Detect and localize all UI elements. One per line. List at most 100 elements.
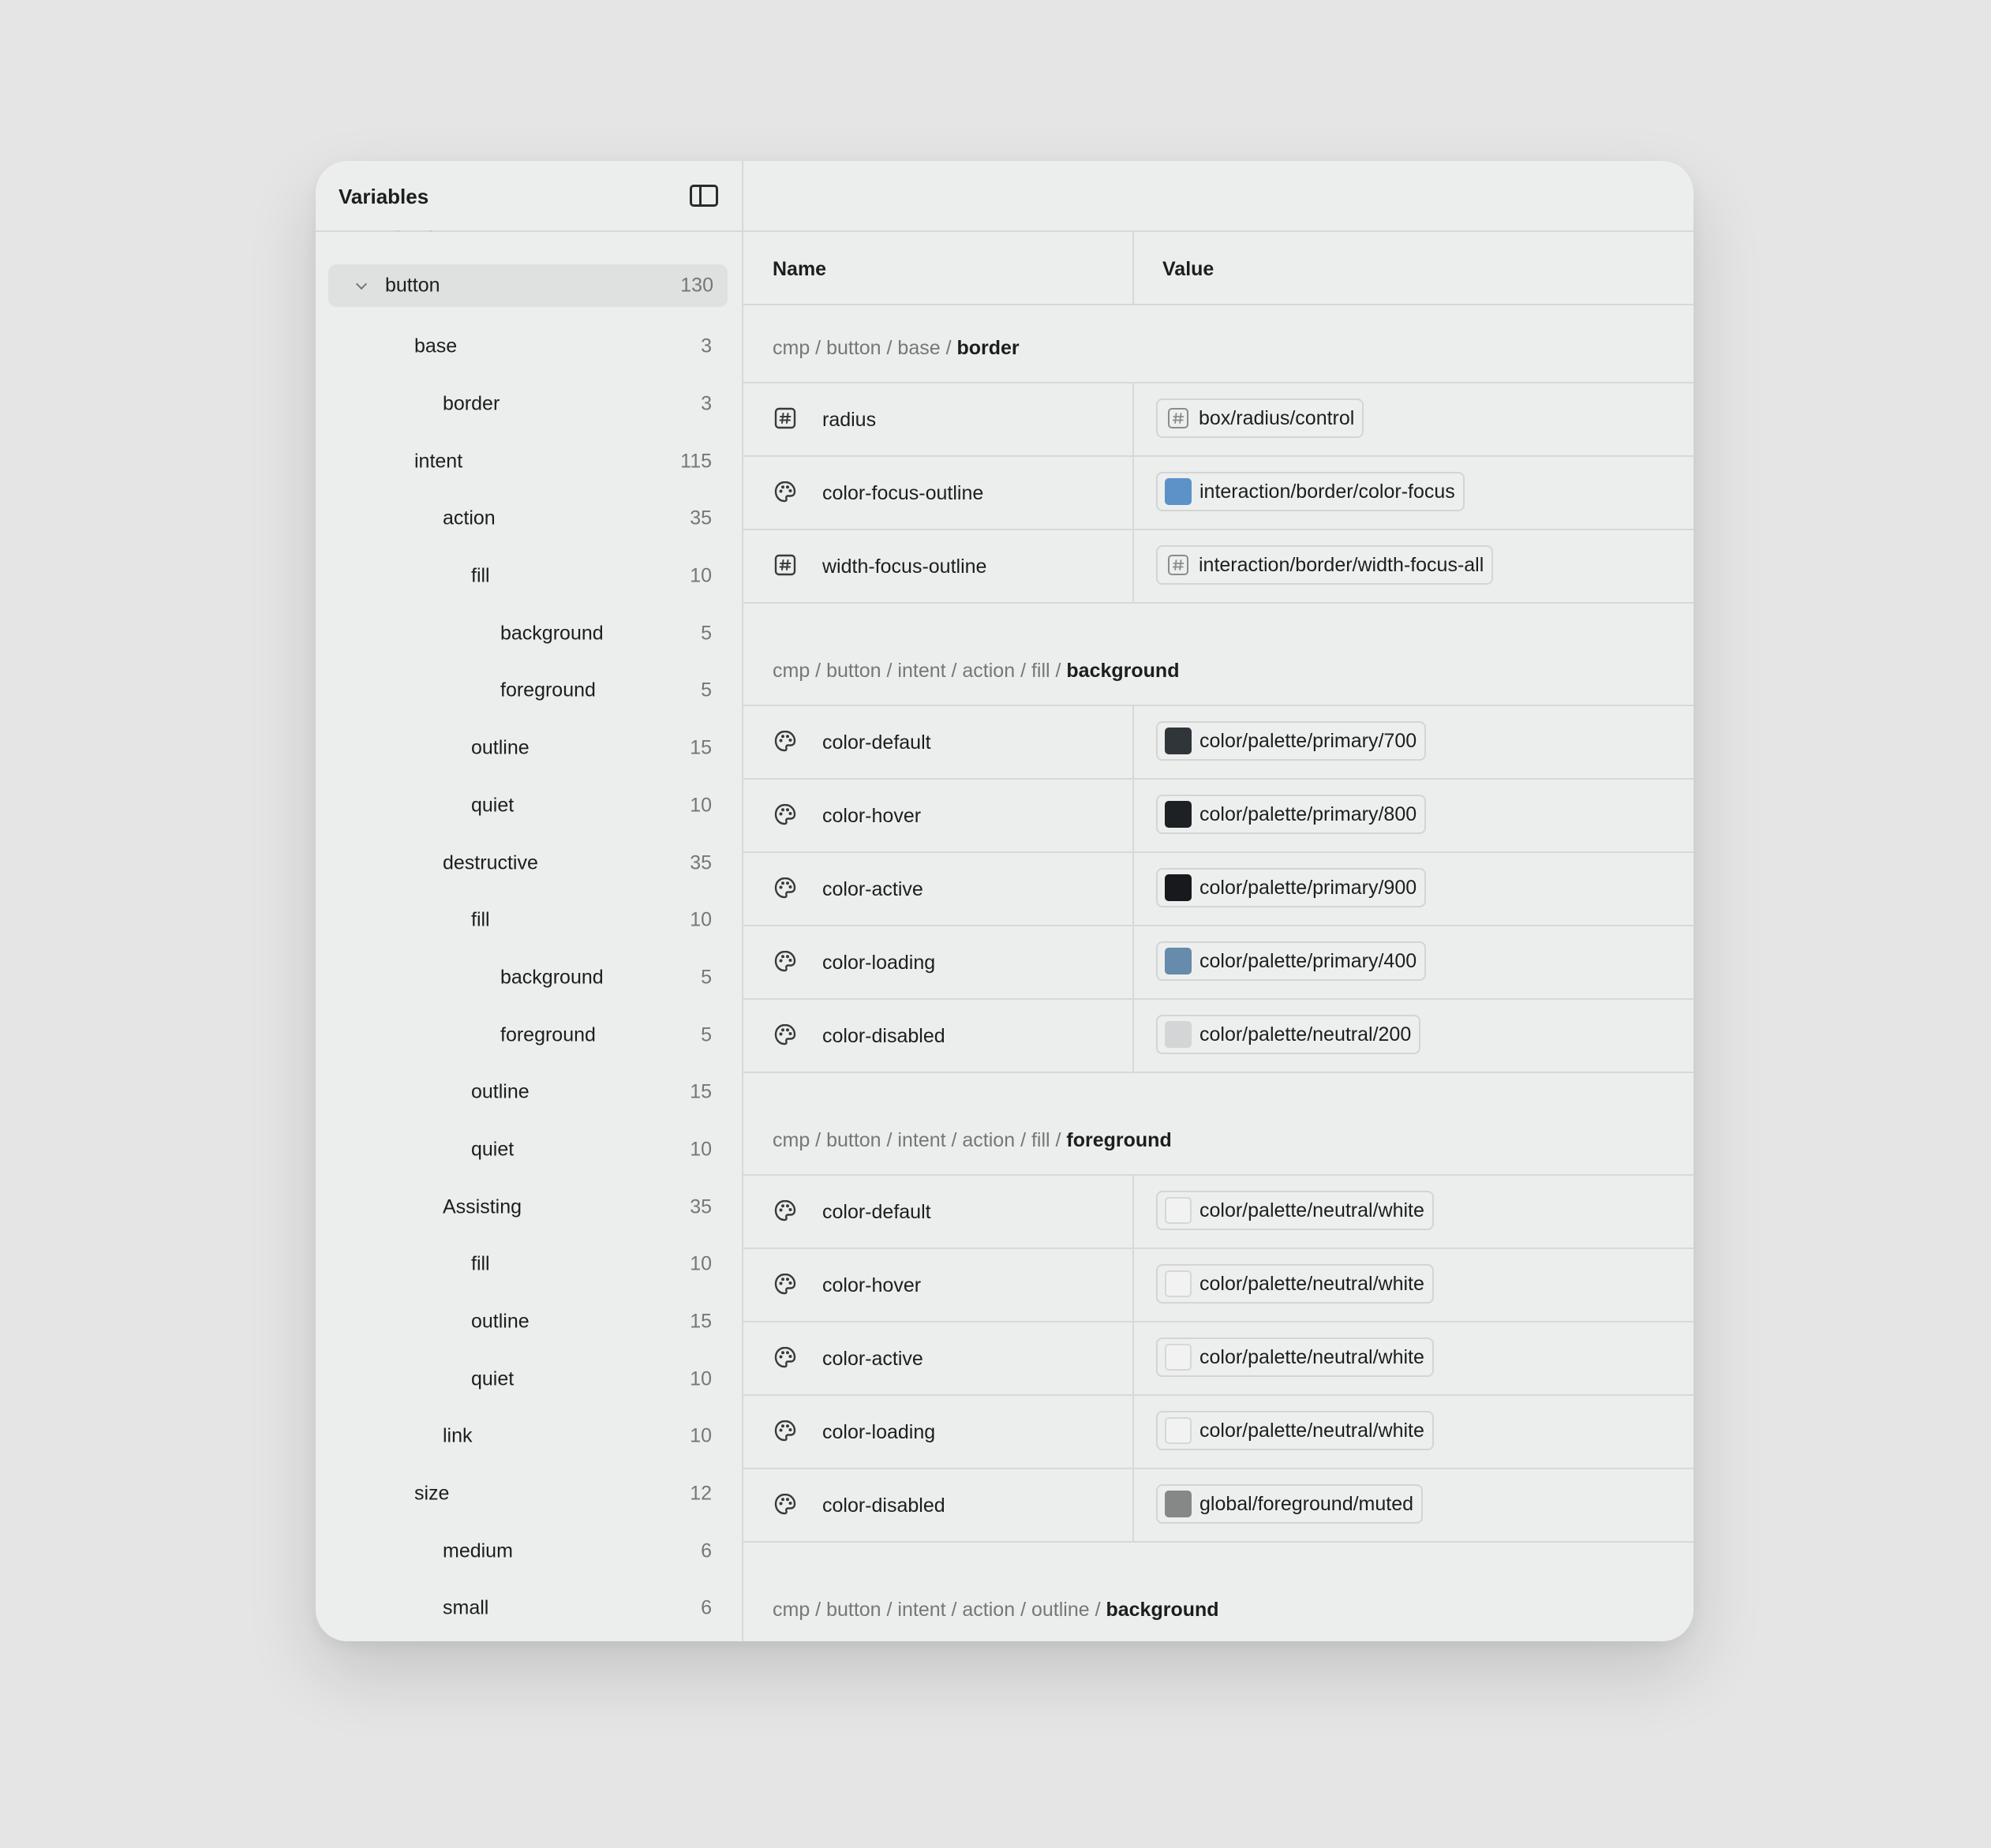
variable-name[interactable]: color-loading <box>822 1421 935 1444</box>
variable-row[interactable]: color-default color/palette/neutral/white <box>743 1176 1693 1249</box>
variable-value-chip[interactable]: color/palette/primary/800 <box>1156 795 1427 834</box>
palette-icon <box>773 949 797 973</box>
variable-value-chip[interactable]: global/foreground/muted <box>1156 1484 1424 1524</box>
variable-row[interactable]: color-active color/palette/neutral/white <box>743 1322 1693 1396</box>
tree-item-assisting[interactable]: Assisting 35 <box>316 1178 742 1236</box>
variable-name[interactable]: radius <box>822 409 876 432</box>
variable-name[interactable]: color-hover <box>822 1274 921 1297</box>
variable-name[interactable]: color-loading <box>822 952 935 975</box>
group-breadcrumb: cmp / button / intent / action / outline… <box>773 1599 1219 1622</box>
variable-value-chip[interactable]: interaction/border/color-focus <box>1156 472 1465 511</box>
column-divider <box>1132 457 1134 529</box>
tree-item-count: 115 <box>680 450 712 473</box>
value-column-header[interactable]: Value <box>1162 258 1214 281</box>
tree-item-link[interactable]: link 10 <box>316 1408 742 1465</box>
tree-item-fill[interactable]: fill 10 <box>316 892 742 949</box>
variable-row[interactable]: color-active color/palette/primary/900 <box>743 853 1693 926</box>
group-header: cmp / button / intent / action / fill / … <box>743 604 1693 706</box>
variable-name[interactable]: width-focus-outline <box>822 556 986 578</box>
variable-row[interactable]: width-focus-outline interaction/border/wi… <box>743 530 1693 604</box>
table-body: cmp / button / base / border radius box/ra… <box>743 305 1693 1641</box>
variable-name[interactable]: color-disabled <box>822 1494 945 1517</box>
tree-item-label: foreground <box>500 1023 596 1046</box>
tree-item-quiet[interactable]: quiet 10 <box>316 777 742 835</box>
variable-value: global/foreground/muted <box>1199 1492 1414 1515</box>
tree-item-foreground[interactable]: foreground 5 <box>316 662 742 720</box>
variable-row[interactable]: color-hover color/palette/primary/800 <box>743 780 1693 853</box>
tree-item-count: 6 <box>701 1539 712 1562</box>
variable-value-chip[interactable]: color/palette/primary/700 <box>1156 721 1427 761</box>
tree-item-count: 15 <box>690 1080 712 1103</box>
tree-item-count: 35 <box>690 1195 712 1218</box>
tree-item-base[interactable]: base 3 <box>316 318 742 376</box>
tree-item-destructive[interactable]: destructive 35 <box>316 834 742 892</box>
tree-item-label: base <box>414 335 458 357</box>
variable-value-chip[interactable]: color/palette/neutral/white <box>1156 1337 1434 1377</box>
variable-row[interactable]: color-disabled color/palette/neutral/200 <box>743 1000 1693 1073</box>
variable-value: interaction/border/width-focus-all <box>1199 553 1484 576</box>
group-path: cmp / button / base / <box>773 337 957 359</box>
tree-item-background[interactable]: background 5 <box>316 949 742 1007</box>
color-swatch <box>1165 1021 1192 1048</box>
tree-item-size[interactable]: size 12 <box>316 1465 742 1523</box>
tree-item-action[interactable]: action 35 <box>316 490 742 548</box>
color-swatch <box>1165 801 1192 828</box>
tree-item-background[interactable]: background 5 <box>316 604 742 662</box>
variable-row[interactable]: color-hover color/palette/neutral/white <box>743 1249 1693 1322</box>
sidebar-toggle-icon[interactable] <box>690 185 718 207</box>
tree-item-outline[interactable]: outline 15 <box>316 720 742 777</box>
tree-item-fill[interactable]: fill 10 <box>316 1236 742 1293</box>
tree-item-intent[interactable]: intent 115 <box>316 432 742 490</box>
variable-value-chip[interactable]: color/palette/neutral/white <box>1156 1264 1434 1304</box>
tree-item-quiet[interactable]: quiet 10 <box>316 1121 742 1179</box>
number-icon <box>1167 407 1189 429</box>
group-breadcrumb: cmp / button / intent / action / fill / … <box>773 660 1179 683</box>
name-column-header[interactable]: Name <box>773 258 826 281</box>
tree-item-foreground[interactable]: foreground 5 <box>316 1006 742 1064</box>
variable-name[interactable]: color-hover <box>822 805 921 828</box>
tree-item-label: Assisting <box>443 1195 522 1218</box>
tree-item-small[interactable]: small 6 <box>316 1580 742 1637</box>
color-swatch <box>1165 1417 1192 1444</box>
tree-item-button[interactable]: button 130 <box>328 264 728 307</box>
table-header: Name Value <box>743 232 1693 305</box>
variable-value-chip[interactable]: color/palette/neutral/white <box>1156 1411 1434 1450</box>
variable-name[interactable]: color-default <box>822 1201 931 1224</box>
palette-icon <box>773 802 797 826</box>
variable-row[interactable]: color-disabled global/foreground/muted <box>743 1469 1693 1543</box>
tree-item-count: 10 <box>690 1367 712 1390</box>
variable-row[interactable]: color-loading color/palette/primary/400 <box>743 926 1693 1000</box>
tree-item-label: background <box>500 966 604 989</box>
color-swatch <box>1165 948 1192 975</box>
variable-row[interactable]: color-focus-outline interaction/border/co… <box>743 457 1693 530</box>
tree-item-border[interactable]: border 3 <box>316 376 742 433</box>
variable-name[interactable]: color-active <box>822 878 923 901</box>
variable-row[interactable]: color-loading color/palette/neutral/white <box>743 1396 1693 1469</box>
tree-item-outline[interactable]: outline 15 <box>316 1064 742 1121</box>
tree-item-fill[interactable]: fill 10 <box>316 548 742 605</box>
variable-row[interactable]: radius box/radius/control <box>743 383 1693 457</box>
variable-value-chip[interactable]: color/palette/primary/900 <box>1156 868 1427 907</box>
color-swatch <box>1165 874 1192 901</box>
tree-item-medium[interactable]: medium 6 <box>316 1522 742 1580</box>
variable-row[interactable]: color-default color/palette/primary/700 <box>743 706 1693 780</box>
tree-item-outline[interactable]: outline 15 <box>316 1293 742 1351</box>
tree-item-count: 3 <box>701 392 712 415</box>
variable-name[interactable]: color-default <box>822 731 931 754</box>
variable-value: color/palette/neutral/white <box>1199 1419 1424 1442</box>
variable-name[interactable]: color-active <box>822 1348 923 1371</box>
column-divider <box>1132 1176 1134 1248</box>
variable-value-chip[interactable]: interaction/border/width-focus-all <box>1156 545 1494 585</box>
variable-value-chip[interactable]: box/radius/control <box>1156 398 1364 438</box>
variable-value-chip[interactable]: color/palette/neutral/white <box>1156 1191 1434 1230</box>
variable-name[interactable]: color-focus-outline <box>822 482 983 505</box>
tree-item-label: border <box>443 392 500 415</box>
variable-name[interactable]: color-disabled <box>822 1025 945 1048</box>
variable-value: color/palette/primary/400 <box>1199 949 1417 972</box>
variable-value-chip[interactable]: color/palette/neutral/200 <box>1156 1015 1421 1054</box>
tree-item-label: foreground <box>500 679 596 701</box>
group-header: cmp / button / base / border <box>743 305 1693 383</box>
variable-value-chip[interactable]: color/palette/primary/400 <box>1156 941 1427 981</box>
chevron-down-icon[interactable] <box>355 278 368 290</box>
tree-item-quiet[interactable]: quiet 10 <box>316 1350 742 1408</box>
